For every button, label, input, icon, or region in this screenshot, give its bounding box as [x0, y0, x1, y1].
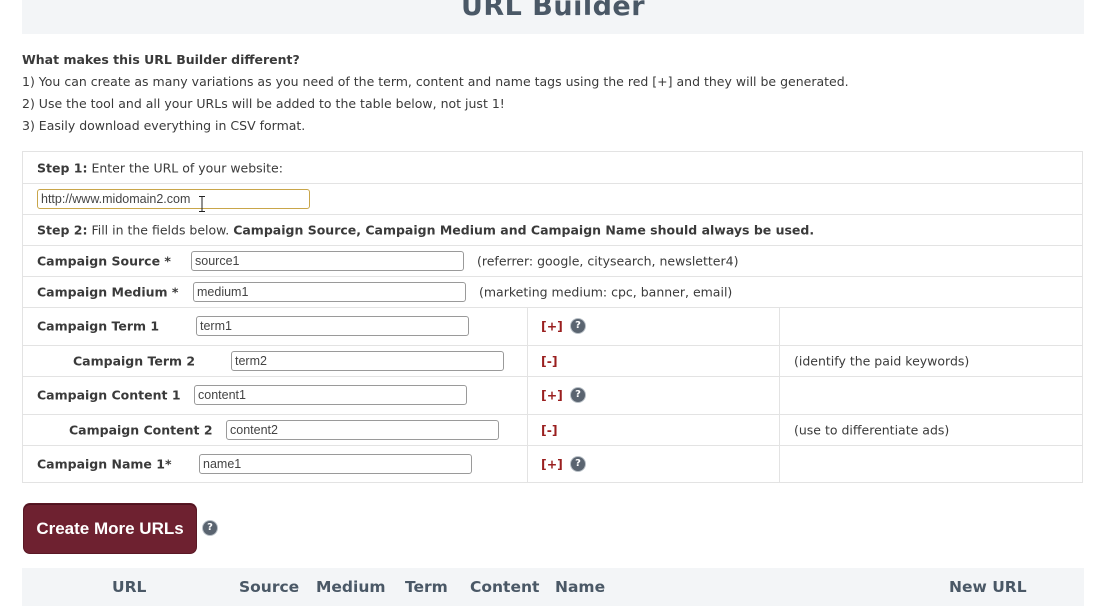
campaign-term-1-input[interactable]: [196, 316, 469, 336]
campaign-content-2-row: Campaign Content 2 [-] (use to different…: [23, 414, 1082, 446]
campaign-medium-row: Campaign Medium * (marketing medium: cpc…: [23, 276, 1082, 308]
campaign-content-2-input[interactable]: [226, 419, 499, 440]
website-url-row: [23, 183, 1082, 215]
campaign-term-2-row: Campaign Term 2 [-] (identify the paid k…: [23, 345, 1082, 377]
intro-line-2: 2) Use the tool and all your URLs will b…: [22, 96, 505, 111]
text-cursor-icon: [199, 196, 205, 212]
column-divider: [779, 445, 780, 482]
intro-heading: What makes this URL Builder different?: [22, 52, 300, 67]
website-url-input[interactable]: [37, 188, 310, 209]
campaign-term-2-label: Campaign Term 2: [73, 353, 196, 368]
column-header-url: URL: [112, 578, 147, 596]
column-divider: [527, 307, 528, 345]
column-divider: [527, 414, 528, 445]
campaign-content-1-row: Campaign Content 1 [+] ?: [23, 376, 1082, 415]
title-bar: URL Builder: [22, 0, 1084, 34]
intro-line-3: 3) Easily download everything in CSV for…: [22, 118, 306, 133]
campaign-term-1-row: Campaign Term 1 [+] ?: [23, 307, 1082, 346]
campaign-source-input[interactable]: [191, 250, 464, 271]
column-header-name: Name: [555, 578, 606, 596]
question-circle-icon[interactable]: ?: [571, 388, 585, 402]
campaign-source-hint: (referrer: google, citysearch, newslette…: [477, 253, 739, 268]
campaign-medium-hint: (marketing medium: cpc, banner, email): [479, 284, 733, 299]
step2-row: Step 2: Fill in the fields below. Campai…: [23, 214, 1082, 246]
column-divider: [779, 307, 780, 345]
column-divider: [527, 376, 528, 414]
column-divider: [779, 414, 780, 445]
column-header-source: Source: [239, 578, 300, 596]
campaign-content-1-input[interactable]: [194, 385, 467, 405]
column-divider: [527, 445, 528, 482]
results-table-header: URL Source Medium Term Content Name New …: [22, 568, 1084, 606]
campaign-content-hint: (use to differentiate ads): [794, 422, 950, 437]
intro-line-1: 1) You can create as many variations as …: [22, 74, 849, 89]
create-more-urls-button[interactable]: Create More URLs: [24, 504, 196, 553]
campaign-term-hint: (identify the paid keywords): [794, 353, 970, 368]
question-circle-icon[interactable]: ?: [571, 456, 585, 471]
column-header-term: Term: [405, 578, 448, 596]
campaign-medium-input[interactable]: [193, 281, 466, 302]
question-circle-icon[interactable]: ?: [571, 319, 585, 333]
column-divider: [779, 345, 780, 376]
campaign-term-1-label: Campaign Term 1: [37, 318, 160, 334]
column-header-new-url: New URL: [949, 578, 1027, 596]
campaign-content-1-label: Campaign Content 1: [37, 387, 181, 403]
campaign-source-row: Campaign Source * (referrer: google, cit…: [23, 245, 1082, 277]
campaign-medium-label: Campaign Medium *: [37, 284, 179, 299]
campaign-term-2-input[interactable]: [231, 350, 504, 371]
add-content-button[interactable]: [+]: [541, 388, 563, 403]
url-builder-form: Step 1: Enter the URL of your website: S…: [22, 151, 1083, 483]
campaign-source-label: Campaign Source *: [37, 253, 171, 268]
add-term-button[interactable]: [+]: [541, 319, 563, 334]
column-header-medium: Medium: [316, 578, 386, 596]
step1-row: Step 1: Enter the URL of your website:: [23, 152, 1082, 184]
step1-instruction: Step 1: Enter the URL of your website:: [37, 160, 283, 175]
remove-term-button[interactable]: [-]: [541, 353, 558, 368]
column-divider: [779, 376, 780, 414]
step2-instruction: Step 2: Fill in the fields below. Campai…: [37, 222, 815, 237]
campaign-content-2-label: Campaign Content 2: [69, 422, 213, 437]
campaign-name-1-row: Campaign Name 1* [+] ?: [23, 445, 1082, 482]
campaign-name-1-input[interactable]: [199, 453, 472, 474]
campaign-name-1-label: Campaign Name 1*: [37, 456, 172, 471]
question-circle-icon[interactable]: ?: [203, 521, 217, 535]
remove-content-button[interactable]: [-]: [541, 422, 558, 437]
column-divider: [527, 345, 528, 376]
page-title: URL Builder: [460, 0, 646, 22]
add-name-button[interactable]: [+]: [541, 456, 563, 471]
column-header-content: Content: [470, 578, 540, 596]
